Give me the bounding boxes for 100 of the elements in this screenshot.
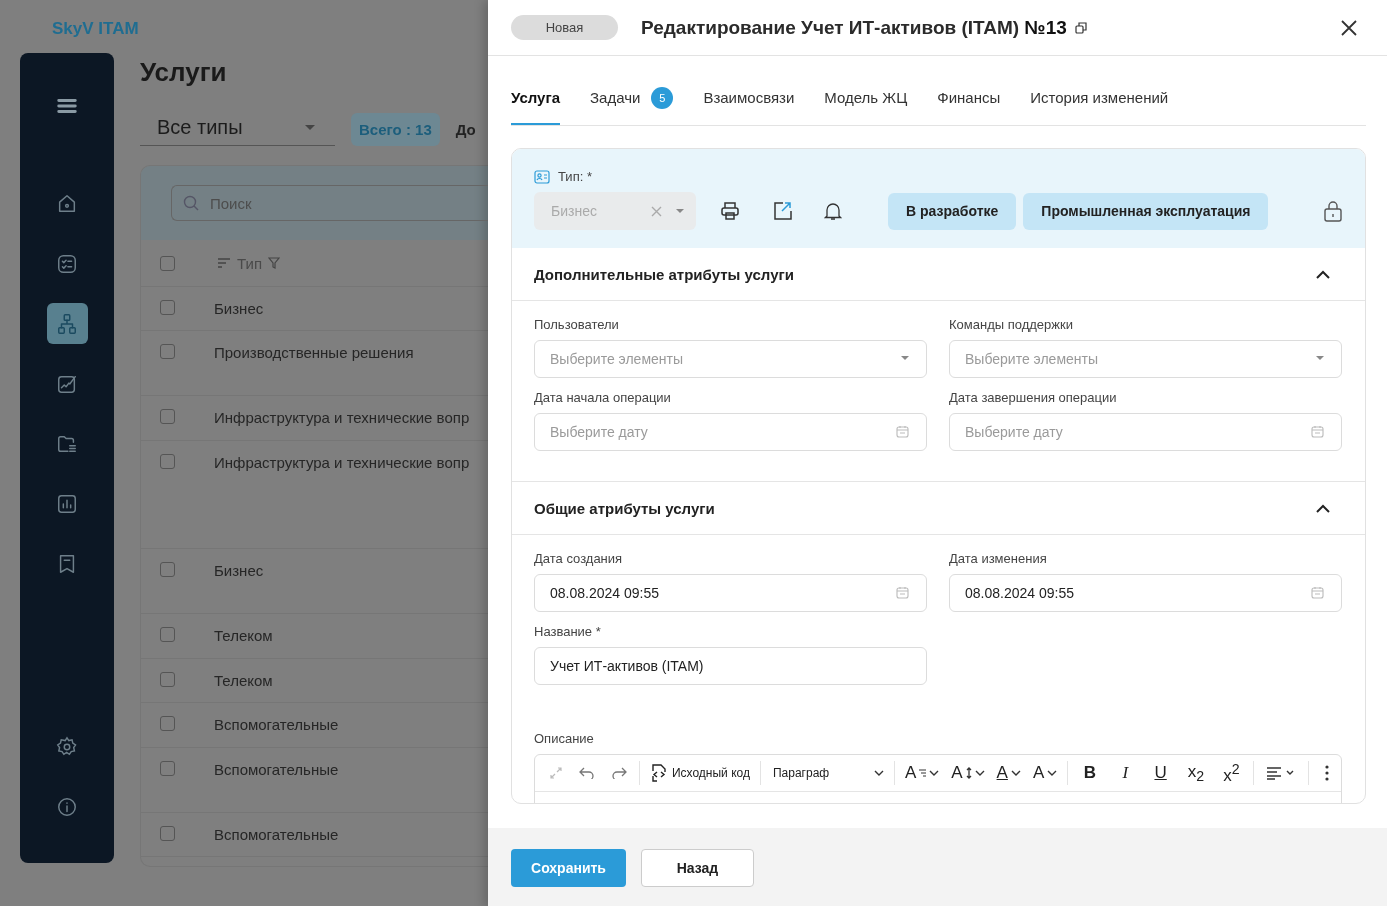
rich-text-editor[interactable]: Исходный код Параграф A A A A B I U x$_{2}$ x$^{2}$ xyxy=(534,754,1342,803)
field-label: Команды поддержки xyxy=(949,317,1074,332)
filter-icon[interactable] xyxy=(268,257,280,269)
field-label: Дата завершения операции xyxy=(949,390,1118,405)
type-filter-dropdown[interactable]: Все типы xyxy=(140,112,335,146)
section-title: Общие атрибуты услуги xyxy=(534,499,715,517)
align-icon[interactable] xyxy=(1266,766,1296,780)
tab[interactable]: Взаимосвязи xyxy=(703,89,795,125)
lifecycle-button[interactable]: Промышленная эксплуатация xyxy=(1023,192,1269,230)
calendar-icon xyxy=(896,425,909,438)
date-field[interactable]: Выберите дату xyxy=(949,413,1342,451)
source-code-button[interactable]: Исходный код xyxy=(647,763,752,783)
bell-icon[interactable] xyxy=(824,201,842,221)
undo-icon[interactable] xyxy=(579,767,595,779)
lock-icon[interactable] xyxy=(1323,200,1343,222)
section-title: Дополнительные атрибуты услуги xyxy=(534,265,794,283)
status-badge: Новая xyxy=(511,15,618,40)
chevron-icon xyxy=(873,770,884,776)
field-label: Описание xyxy=(534,731,595,746)
format-button[interactable]: U xyxy=(1146,763,1175,783)
format-button[interactable]: I xyxy=(1111,763,1139,783)
chevron-icon[interactable] xyxy=(1316,269,1330,279)
id-card-icon xyxy=(534,169,550,184)
format-button[interactable]: x$^{2}$ xyxy=(1217,760,1245,786)
calendar-icon xyxy=(896,586,909,599)
chevron-icon xyxy=(929,770,940,776)
row-checkbox[interactable] xyxy=(160,826,175,841)
format-menu-button[interactable]: A xyxy=(949,763,987,783)
lines-icon xyxy=(919,769,927,777)
calendar-icon xyxy=(1311,425,1324,438)
external-link-icon[interactable] xyxy=(772,201,792,221)
tab[interactable]: Услуга xyxy=(511,89,560,125)
lifecycle-button[interactable]: В разработке xyxy=(888,192,1017,230)
row-checkbox[interactable] xyxy=(160,300,175,315)
date-field[interactable]: Выберите дату xyxy=(534,413,927,451)
close-icon[interactable] xyxy=(1341,19,1357,36)
drawer-title: Редактирование Учет ИТ-активов (ITAM) №13 xyxy=(641,16,1067,39)
date-field[interactable]: 08.08.2024 09:55 xyxy=(534,574,927,612)
table-cell: Вспомогательные xyxy=(214,761,339,778)
tab[interactable]: Финансы xyxy=(937,89,1001,125)
format-menu-button[interactable]: A xyxy=(902,763,942,783)
caret-icon xyxy=(901,356,909,360)
search-icon xyxy=(183,195,199,211)
caret-icon xyxy=(1316,356,1324,360)
filter-label[interactable]: До xyxy=(455,120,476,138)
table-cell: Инфраструктура и технические вопр xyxy=(214,454,470,471)
table-cell: Инфраструктура и технические вопр xyxy=(214,409,470,426)
copy-icon[interactable] xyxy=(1074,21,1087,34)
table-cell: Телеком xyxy=(214,672,273,689)
row-checkbox[interactable] xyxy=(160,716,175,731)
page-title: Услуги xyxy=(140,57,228,89)
field-label: Дата изменения xyxy=(949,551,1048,566)
more-icon[interactable] xyxy=(1324,765,1329,781)
calendar-icon xyxy=(1311,586,1324,599)
field-label: Дата начала операции xyxy=(534,390,672,405)
table-cell: Телеком xyxy=(214,627,273,644)
row-checkbox[interactable] xyxy=(160,454,175,469)
table-cell: Производственные решения xyxy=(214,344,414,361)
row-checkbox[interactable] xyxy=(160,344,175,359)
app-logo: SkyV ITAM xyxy=(51,18,140,40)
caret-icon xyxy=(676,209,684,213)
format-menu-button[interactable]: A xyxy=(1030,763,1060,783)
row-checkbox[interactable] xyxy=(160,409,175,424)
row-checkbox[interactable] xyxy=(160,562,175,577)
count-badge: 5 xyxy=(651,87,674,109)
caret-icon xyxy=(305,125,315,130)
tab[interactable]: История изменений xyxy=(1030,89,1169,125)
format-menu-button[interactable]: A xyxy=(994,763,1023,783)
chevron-icon xyxy=(1047,770,1058,776)
row-checkbox[interactable] xyxy=(160,627,175,642)
format-button[interactable]: B xyxy=(1076,763,1104,783)
date-field[interactable]: 08.08.2024 09:55 xyxy=(949,574,1342,612)
table-cell: Бизнес xyxy=(214,562,264,579)
table-cell: Вспомогательные xyxy=(214,826,339,843)
tab[interactable]: Модель ЖЦ xyxy=(824,89,908,125)
chevron-icon[interactable] xyxy=(1316,503,1330,513)
multi-select-field[interactable]: Выберите элементы xyxy=(534,340,927,378)
field-label: Тип: * xyxy=(558,169,592,184)
code-file-icon xyxy=(649,763,668,783)
structure-icon[interactable] xyxy=(46,303,88,344)
row-checkbox[interactable] xyxy=(160,672,175,687)
table-cell: Бизнес xyxy=(214,300,264,317)
redo-icon[interactable] xyxy=(611,767,627,779)
search-field[interactable]: Поиск xyxy=(171,185,488,221)
updown-arrow-icon xyxy=(965,767,972,779)
field-label: Пользователи xyxy=(534,317,620,332)
print-icon[interactable] xyxy=(720,201,740,221)
back-button[interactable]: Назад xyxy=(641,849,754,887)
multi-select-field[interactable]: Выберите элементы xyxy=(949,340,1342,378)
tab[interactable]: Задачи 5 xyxy=(590,89,674,125)
table-cell: Вспомогательные xyxy=(214,716,339,733)
format-button[interactable]: x$_{2}$ xyxy=(1182,761,1210,785)
text-field[interactable]: Учет ИТ-активов (ITAM) xyxy=(534,647,927,685)
field-label: Дата создания xyxy=(534,551,624,566)
total-count-badge: Всего : 13 xyxy=(351,112,440,146)
block-format-dropdown[interactable]: Параграф xyxy=(770,766,886,780)
field-label: Название * xyxy=(534,624,602,639)
row-checkbox[interactable] xyxy=(160,761,175,776)
select-all-checkbox[interactable] xyxy=(160,255,175,271)
chevron-icon xyxy=(974,770,985,776)
